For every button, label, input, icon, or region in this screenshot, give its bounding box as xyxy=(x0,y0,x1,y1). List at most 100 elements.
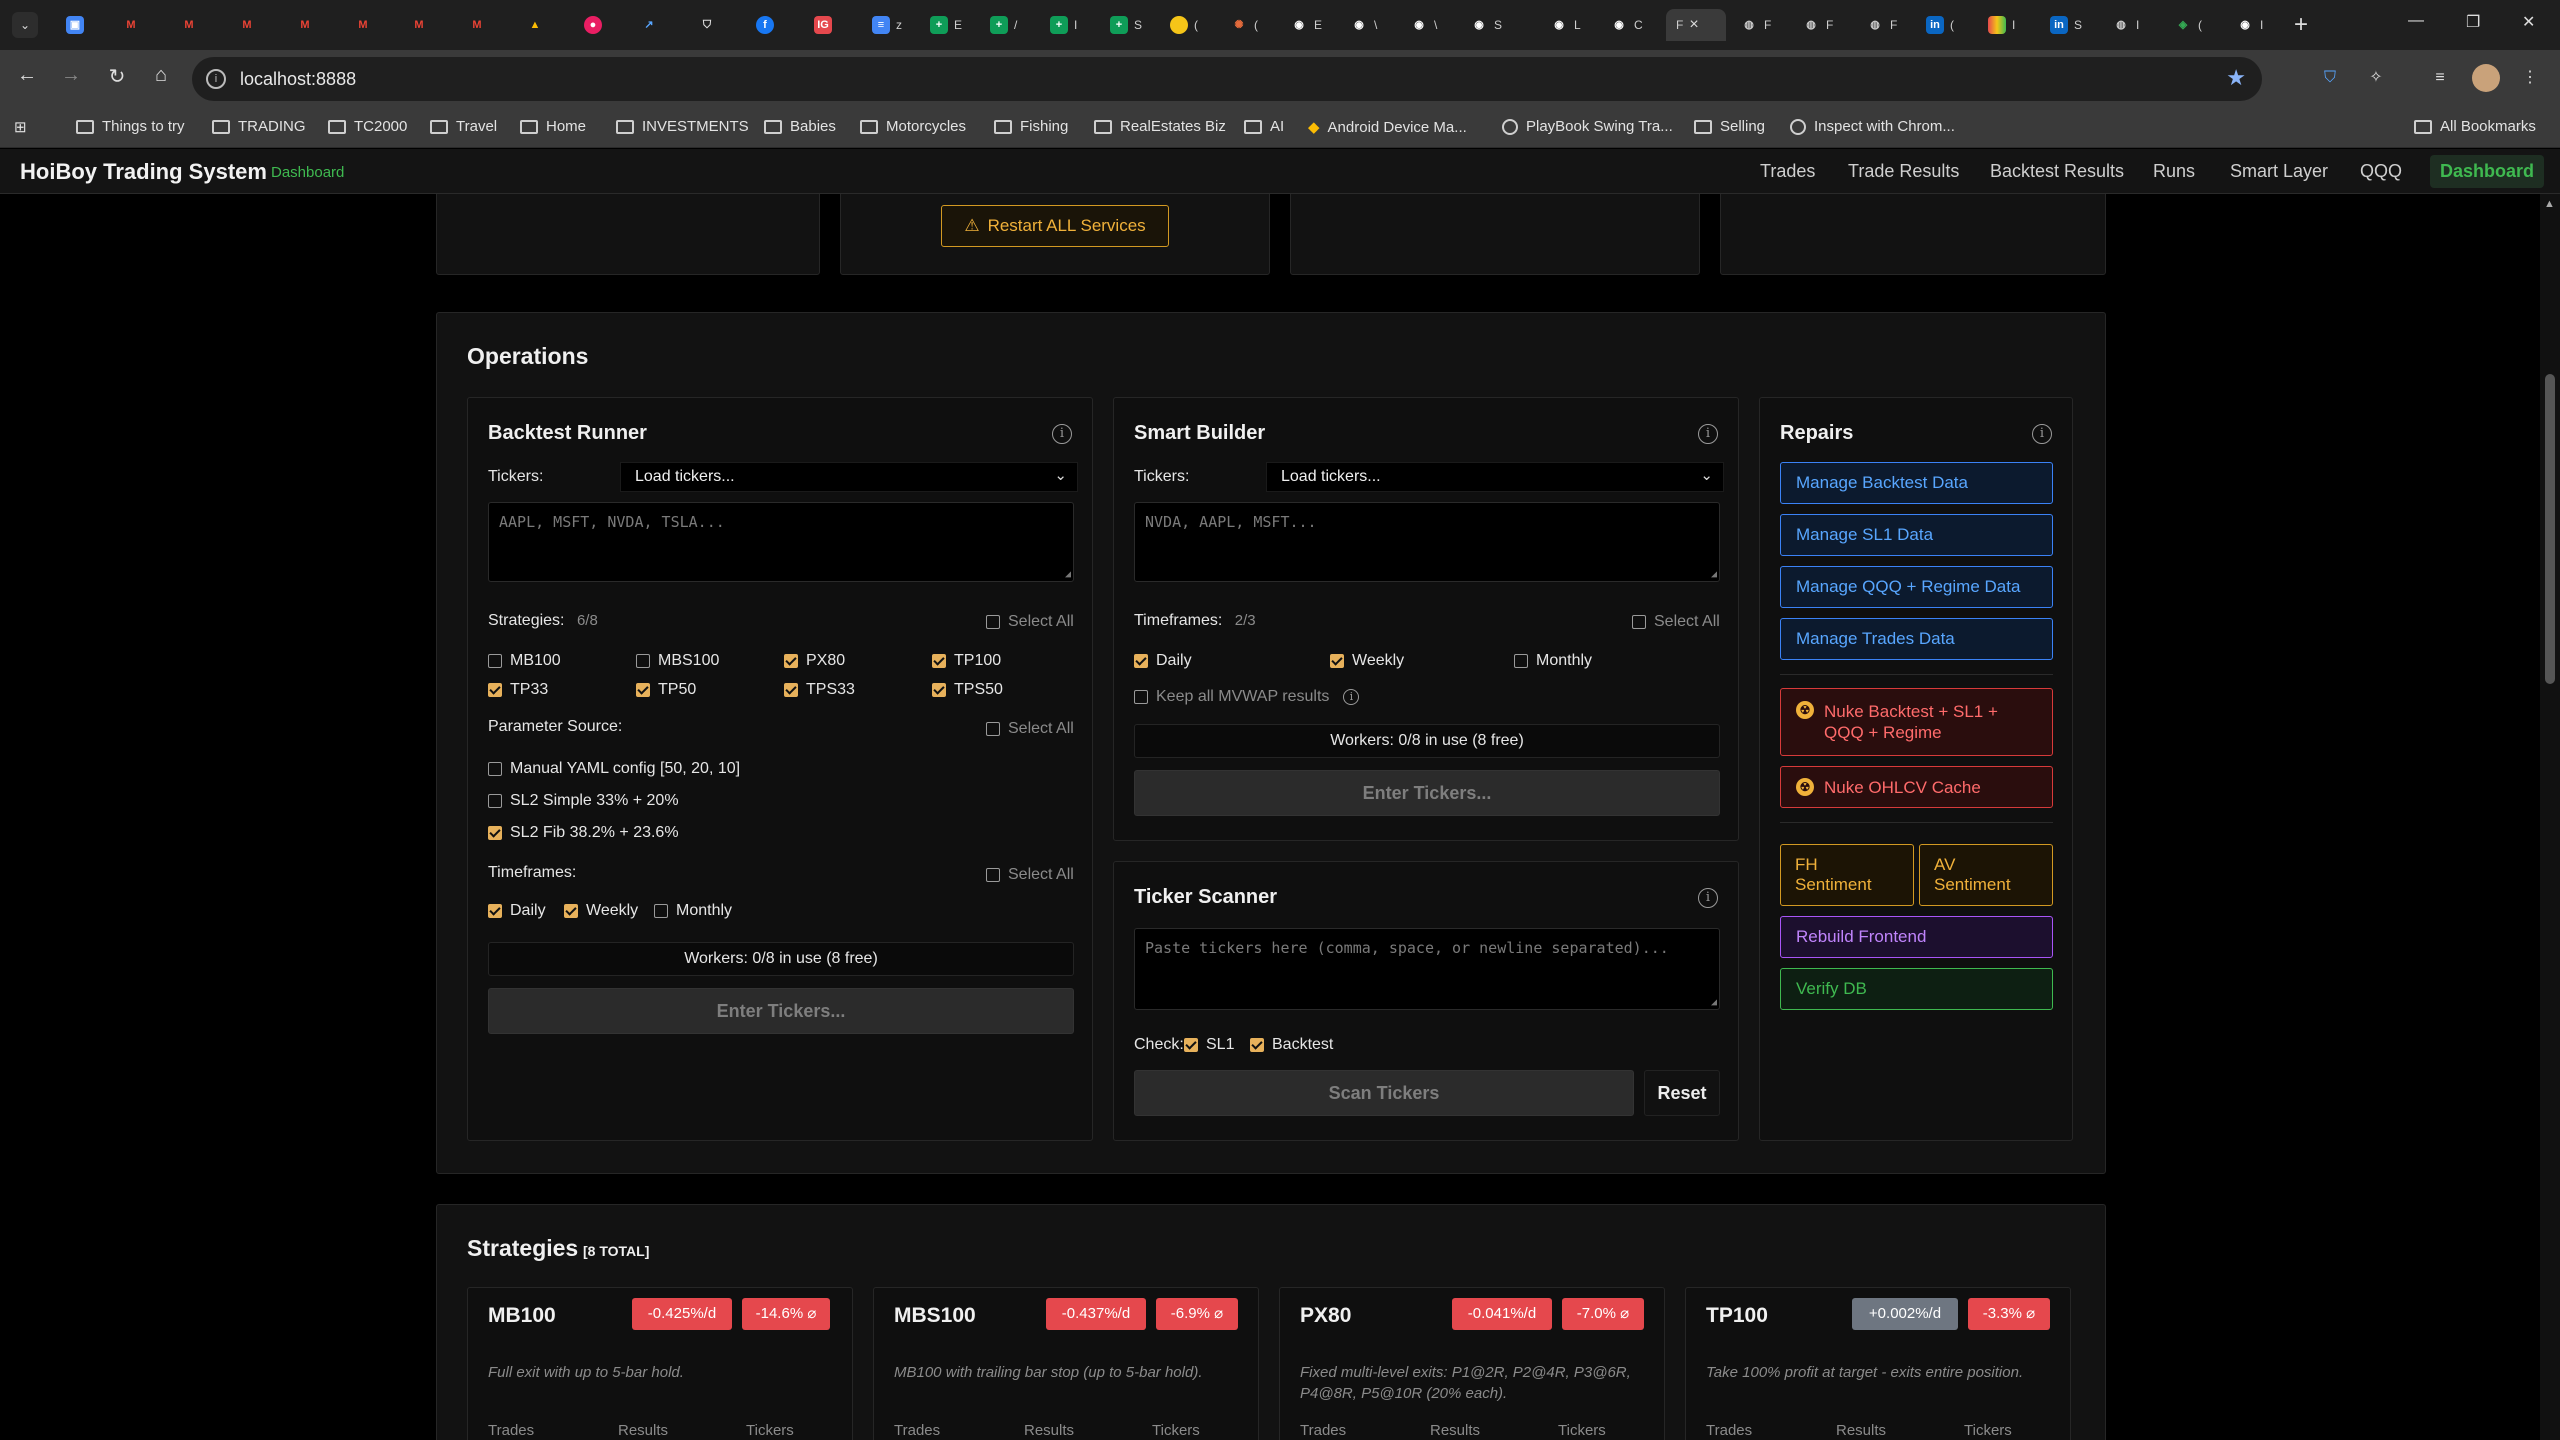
browser-tab[interactable]: ◉ E xyxy=(1280,9,1336,41)
bookmark-folder[interactable]: Selling xyxy=(1694,118,1765,135)
reload-icon[interactable]: ↻ xyxy=(102,64,132,89)
bookmark-folder[interactable]: Motorcycles xyxy=(860,118,966,135)
browser-tab[interactable]: ● xyxy=(574,9,630,41)
browser-tab[interactable]: in( xyxy=(1916,9,1972,41)
bookmark-folder[interactable]: Babies xyxy=(764,118,836,135)
browser-tab[interactable]: ◈( xyxy=(2164,9,2220,41)
minimize-icon[interactable]: — xyxy=(2408,12,2424,30)
home-icon[interactable]: ⌂ xyxy=(146,64,176,87)
backtest-enter-tickers-button[interactable]: Enter Tickers... xyxy=(488,988,1074,1034)
browser-tab[interactable]: ▲ xyxy=(516,9,572,41)
check-backtest-checkbox[interactable]: Backtest xyxy=(1250,1036,1333,1054)
checkbox[interactable] xyxy=(1330,654,1344,668)
bookmark-link[interactable]: PlayBook Swing Tra... xyxy=(1502,118,1673,135)
strategy-checkbox-tps33[interactable]: TPS33 xyxy=(784,681,855,699)
bookmark-folder[interactable]: RealEstates Biz xyxy=(1094,118,1226,135)
params-select-all[interactable]: Select All xyxy=(986,720,1074,738)
info-icon[interactable]: i xyxy=(1698,424,1718,444)
browser-tab[interactable]: ⛉ xyxy=(688,9,744,41)
bookmark-folder[interactable]: Fishing xyxy=(994,118,1068,135)
timeframe-checkbox-weekly[interactable]: Weekly xyxy=(1330,652,1404,670)
resize-grip-icon[interactable]: ◢ xyxy=(1711,997,1717,1008)
strategy-card-px80[interactable]: PX80 -0.041%/d -7.0% ⌀ Fixed multi-level… xyxy=(1279,1287,1665,1440)
nav-qqq[interactable]: QQQ xyxy=(2360,161,2402,182)
reset-button[interactable]: Reset xyxy=(1644,1070,1720,1116)
scroll-up-icon[interactable]: ▲ xyxy=(2544,198,2555,210)
scanner-tickers-textarea[interactable]: Paste tickers here (comma, space, or new… xyxy=(1134,928,1720,1010)
bitwarden-extension-icon[interactable]: ⛉ xyxy=(2316,64,2344,92)
browser-tab[interactable]: M xyxy=(228,9,284,41)
strategy-card-mbs100[interactable]: MBS100 -0.437%/d -6.9% ⌀ MB100 with trai… xyxy=(873,1287,1259,1440)
bookmark-link[interactable]: ◆ Android Device Ma... xyxy=(1308,118,1467,137)
checkbox[interactable] xyxy=(1250,1038,1264,1052)
checkbox[interactable] xyxy=(986,722,1000,736)
manage-sl1-data-button[interactable]: Manage SL1 Data xyxy=(1780,514,2053,556)
manage-trades-data-button[interactable]: Manage Trades Data xyxy=(1780,618,2053,660)
nav-runs[interactable]: Runs xyxy=(2153,161,2195,182)
fh-sentiment-button[interactable]: FH Sentiment xyxy=(1780,844,1914,906)
browser-tab[interactable]: M xyxy=(112,9,168,41)
bookmark-folder[interactable]: INVESTMENTS xyxy=(616,118,749,135)
nav-dashboard[interactable]: Dashboard xyxy=(2430,155,2545,188)
checkbox[interactable] xyxy=(784,683,798,697)
checkbox[interactable] xyxy=(932,683,946,697)
resize-grip-icon[interactable]: ◢ xyxy=(1065,569,1071,580)
browser-tab[interactable]: M xyxy=(286,9,342,41)
browser-tab[interactable]: ✺( xyxy=(1220,9,1276,41)
browser-tab[interactable]: + S xyxy=(1100,9,1156,41)
manage-qqq-regime-data-button[interactable]: Manage QQQ + Regime Data xyxy=(1780,566,2053,608)
bookmark-folder[interactable]: Home xyxy=(520,118,586,135)
load-tickers-select[interactable]: Load tickers... ⌄ xyxy=(620,462,1078,492)
forward-icon[interactable]: → xyxy=(56,64,86,87)
checkbox[interactable] xyxy=(1134,654,1148,668)
browser-tab[interactable]: ▣ xyxy=(56,9,112,41)
checkbox[interactable] xyxy=(654,904,668,918)
timeframe-checkbox-weekly[interactable]: Weekly xyxy=(564,902,638,920)
checkbox[interactable] xyxy=(1184,1038,1198,1052)
keep-mvwap-checkbox[interactable]: Keep all MVWAP results i xyxy=(1134,688,1360,706)
strategy-card-tp100[interactable]: TP100 +0.002%/d -3.3% ⌀ Take 100% profit… xyxy=(1685,1287,2071,1440)
browser-tab[interactable]: ( xyxy=(1160,9,1216,41)
strategy-checkbox-tp50[interactable]: TP50 xyxy=(636,681,696,699)
checkbox[interactable] xyxy=(488,654,502,668)
backtest-tickers-textarea[interactable]: AAPL, MSFT, NVDA, TSLA... ◢ xyxy=(488,502,1074,582)
browser-tab[interactable]: M xyxy=(400,9,456,41)
checkbox[interactable] xyxy=(488,904,502,918)
active-browser-tab[interactable]: F × xyxy=(1666,9,1726,41)
strategy-checkbox-tps50[interactable]: TPS50 xyxy=(932,681,1003,699)
browser-tab[interactable]: M xyxy=(170,9,226,41)
browser-tab[interactable]: ◍ I xyxy=(2102,9,2158,41)
bookmark-folder[interactable]: TRADING xyxy=(212,118,306,135)
info-icon[interactable]: i xyxy=(1343,689,1360,705)
checkbox[interactable] xyxy=(636,683,650,697)
checkbox[interactable] xyxy=(1632,615,1646,629)
smart-tickers-textarea[interactable]: NVDA, AAPL, MSFT... ◢ xyxy=(1134,502,1720,582)
browser-tab[interactable]: ◉ L xyxy=(1540,9,1596,41)
timeframe-checkbox-daily[interactable]: Daily xyxy=(1134,652,1192,670)
strategy-checkbox-mbs100[interactable]: MBS100 xyxy=(636,652,719,670)
check-sl1-checkbox[interactable]: SL1 xyxy=(1184,1036,1234,1054)
param-checkbox-sl2-fib[interactable]: SL2 Fib 38.2% + 23.6% xyxy=(488,824,679,842)
scroll-thumb[interactable] xyxy=(2545,374,2555,684)
browser-tab[interactable]: ↗ xyxy=(630,9,686,41)
checkbox[interactable] xyxy=(784,654,798,668)
load-tickers-select[interactable]: Load tickers... ⌄ xyxy=(1266,462,1724,492)
timeframe-checkbox-daily[interactable]: Daily xyxy=(488,902,546,920)
timeframes-select-all[interactable]: Select All xyxy=(986,866,1074,884)
manage-backtest-data-button[interactable]: Manage Backtest Data xyxy=(1780,462,2053,504)
site-info-icon[interactable]: i xyxy=(206,69,226,89)
checkbox[interactable] xyxy=(1514,654,1528,668)
bookmark-star-icon[interactable]: ★ xyxy=(2226,65,2246,91)
browser-tab[interactable]: ◉ C xyxy=(1600,9,1656,41)
strategy-checkbox-px80[interactable]: PX80 xyxy=(784,652,845,670)
bookmark-folder[interactable]: Things to try xyxy=(76,118,185,135)
browser-tab[interactable]: + I xyxy=(1040,9,1096,41)
page-scrollbar[interactable]: ▲ xyxy=(2540,194,2560,1440)
browser-tab[interactable]: ◉ I xyxy=(2226,9,2282,41)
browser-tab[interactable]: + / xyxy=(980,9,1036,41)
nav-backtest-results[interactable]: Backtest Results xyxy=(1990,161,2124,182)
timeframes-select-all[interactable]: Select All xyxy=(1632,613,1720,631)
strategy-card-mb100[interactable]: MB100 -0.425%/d -14.6% ⌀ Full exit with … xyxy=(467,1287,853,1440)
param-checkbox-manual-yaml[interactable]: Manual YAML config [50, 20, 10] xyxy=(488,760,740,778)
browser-tab[interactable]: f xyxy=(746,9,802,41)
